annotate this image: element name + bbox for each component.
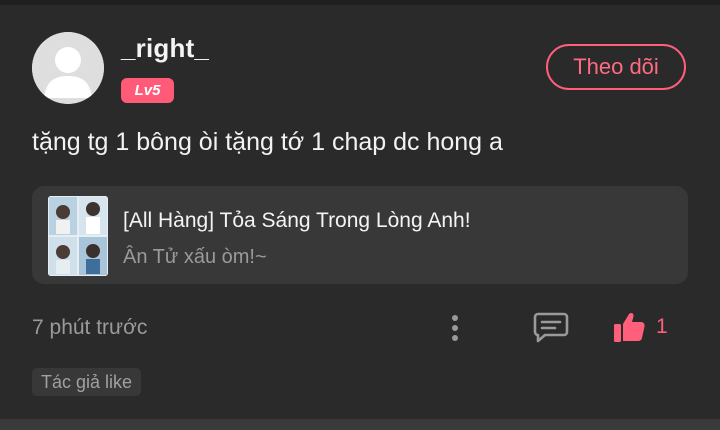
linked-story-card[interactable]: [All Hàng] Tỏa Sáng Trong Lòng Anh! Ân T… (32, 186, 688, 284)
more-vertical-icon (452, 315, 458, 341)
story-cover-thumbnail (48, 196, 108, 276)
like-button[interactable]: 1 (612, 309, 674, 345)
more-options-button[interactable] (440, 310, 470, 346)
timestamp: 7 phút trước (32, 316, 148, 339)
level-badge: Lv5 (121, 78, 174, 103)
username[interactable]: _right_ (121, 33, 209, 64)
follow-button[interactable]: Theo dõi (546, 44, 686, 90)
avatar[interactable] (32, 32, 104, 104)
comment-button[interactable] (533, 311, 569, 343)
top-divider (0, 0, 720, 5)
comment-icon (533, 312, 569, 343)
linked-story-subtitle: Ân Tử xấu òm!~ (123, 246, 267, 268)
bottom-divider (0, 419, 720, 430)
linked-story-title: [All Hàng] Tỏa Sáng Trong Lòng Anh! (123, 209, 471, 232)
comment-text: tặng tg 1 bông òi tặng tớ 1 chap dc hong… (32, 128, 503, 156)
like-count: 1 (656, 315, 668, 338)
default-user-avatar-icon (32, 32, 104, 104)
author-like-badge: Tác giả like (32, 368, 142, 396)
thumbs-up-icon (614, 312, 645, 342)
